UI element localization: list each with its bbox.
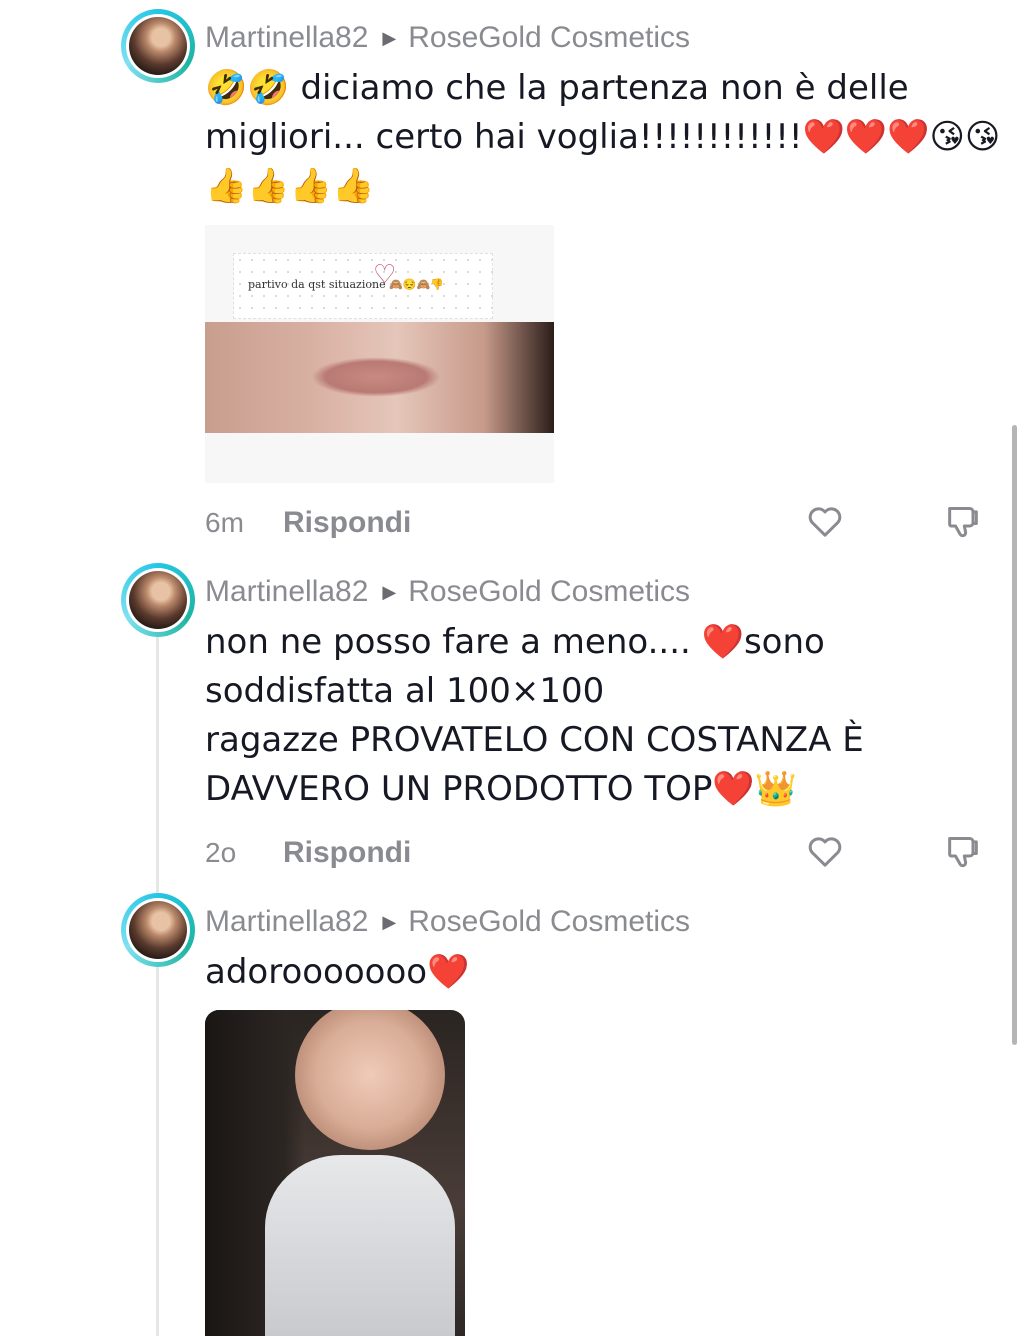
username[interactable]: Martinella82 (205, 21, 368, 55)
avatar[interactable] (121, 563, 195, 637)
photo-face (205, 322, 554, 433)
comment-text: adorooooooo❤️ (205, 952, 470, 992)
triangle-right-icon: ▶ (382, 27, 397, 48)
triangle-right-icon: ▶ (382, 581, 397, 602)
reply-to-account[interactable]: RoseGold Cosmetics (408, 21, 690, 55)
reply-button[interactable]: Rispondi (283, 506, 411, 540)
comment-footer: 6m Rispondi (205, 503, 995, 543)
comment-meta: Martinella82 ▶ RoseGold Cosmetics (205, 18, 690, 58)
thread-line (156, 600, 159, 1336)
comment-footer: 2o Rispondi (205, 833, 995, 873)
attachment-caption: partivo da qst situazione 🙈😔🙈👎 (248, 278, 444, 291)
heart-outline-icon[interactable] (805, 831, 845, 871)
thumbs-down-outline-icon[interactable] (943, 501, 983, 541)
comment-text: 🤣🤣 diciamo che la partenza non è delle m… (205, 68, 1001, 206)
comment-meta: Martinella82 ▶ RoseGold Cosmetics (205, 902, 690, 942)
note-card: ♡ partivo da qst situazione 🙈😔🙈👎 (233, 253, 493, 319)
reply-to-account[interactable]: RoseGold Cosmetics (408, 905, 690, 939)
comment-attachment-image[interactable]: ♡ partivo da qst situazione 🙈😔🙈👎 (205, 225, 554, 483)
avatar[interactable] (121, 893, 195, 967)
comment-attachment-image[interactable] (205, 1010, 465, 1336)
comment-text: non ne posso fare a meno.... ❤️sono sodd… (205, 622, 864, 809)
username[interactable]: Martinella82 (205, 575, 368, 609)
photo-sports-top (265, 1155, 455, 1336)
thumbs-down-outline-icon[interactable] (943, 831, 983, 871)
timestamp: 2o (205, 837, 237, 868)
reply-to-account[interactable]: RoseGold Cosmetics (408, 575, 690, 609)
heart-outline-icon[interactable] (805, 501, 845, 541)
photo-face (295, 1010, 445, 1150)
comment-meta: Martinella82 ▶ RoseGold Cosmetics (205, 572, 690, 612)
timestamp: 6m (205, 507, 244, 538)
username[interactable]: Martinella82 (205, 905, 368, 939)
scrollbar[interactable] (1012, 425, 1017, 1045)
avatar[interactable] (121, 9, 195, 83)
triangle-right-icon: ▶ (382, 911, 397, 932)
reply-button[interactable]: Rispondi (283, 836, 411, 870)
photo-lips (311, 357, 441, 397)
